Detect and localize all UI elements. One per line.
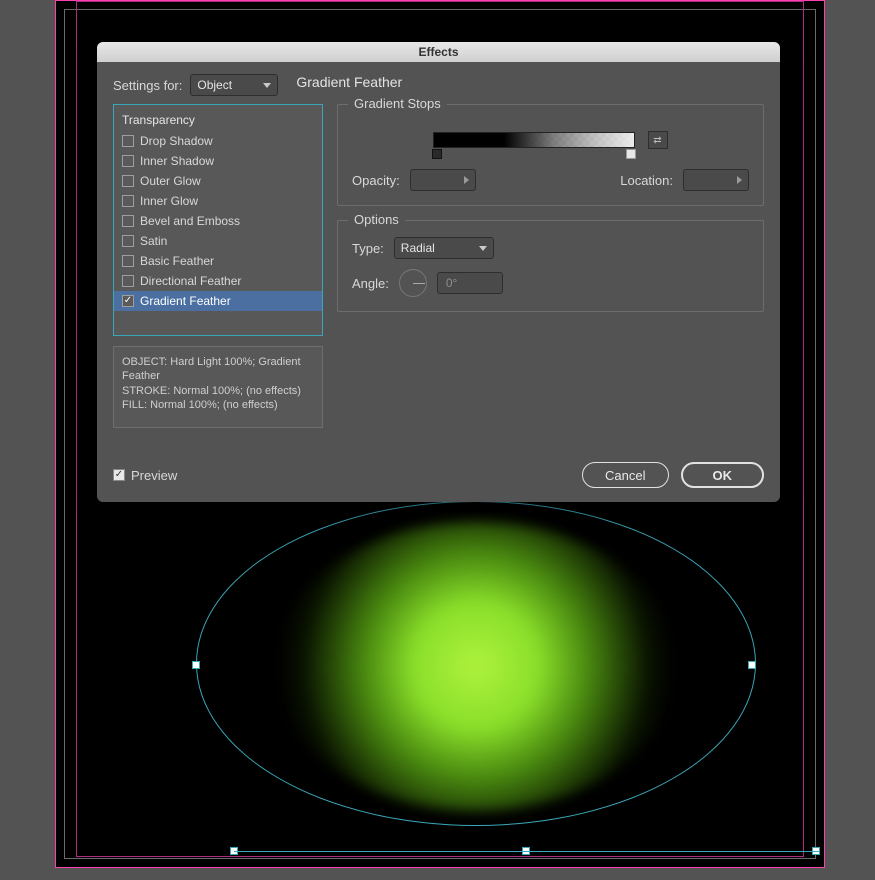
effect-item[interactable]: Outer Glow (114, 171, 322, 191)
angle-input[interactable]: 0° (437, 272, 503, 294)
chevron-down-icon (479, 246, 487, 251)
checkbox-icon (113, 469, 125, 481)
selection-handle[interactable] (748, 661, 756, 669)
effect-item[interactable]: Inner Shadow (114, 151, 322, 171)
cancel-button[interactable]: Cancel (582, 462, 668, 488)
angle-value: 0° (446, 276, 457, 290)
effect-item[interactable]: Bevel and Emboss (114, 211, 322, 231)
effect-checkbox[interactable] (122, 195, 134, 207)
selected-object[interactable] (196, 491, 806, 871)
effect-item[interactable]: Drop Shadow (114, 131, 322, 151)
effect-checkbox[interactable] (122, 215, 134, 227)
effect-label: Inner Glow (140, 194, 198, 208)
settings-for-value: Object (197, 78, 232, 92)
summary-line: OBJECT: Hard Light 100%; Gradient Feathe… (122, 355, 314, 384)
effect-label: Basic Feather (140, 254, 214, 268)
effect-checkbox[interactable] (122, 235, 134, 247)
panel-heading: Gradient Feather (296, 74, 402, 90)
effects-list-header[interactable]: Transparency (114, 111, 322, 131)
effects-summary: OBJECT: Hard Light 100%; Gradient Feathe… (113, 346, 323, 428)
preview-label: Preview (131, 468, 177, 483)
type-label: Type: (352, 241, 384, 256)
ellipse-path-outline (196, 501, 756, 826)
selection-handle[interactable] (192, 661, 200, 669)
effect-label: Inner Shadow (140, 154, 214, 168)
effect-checkbox[interactable] (122, 175, 134, 187)
effect-label: Bevel and Emboss (140, 214, 240, 228)
type-value: Radial (401, 241, 435, 255)
preview-checkbox[interactable]: Preview (113, 468, 177, 483)
gradient-ramp[interactable] (434, 133, 634, 147)
ok-label: OK (713, 468, 733, 483)
effect-item[interactable]: Inner Glow (114, 191, 322, 211)
stepper-icon (737, 176, 742, 184)
effect-item[interactable]: Gradient Feather (114, 291, 322, 311)
effect-label: Outer Glow (140, 174, 201, 188)
effect-checkbox[interactable] (122, 135, 134, 147)
gradient-stop-left[interactable] (432, 149, 442, 159)
effect-checkbox[interactable] (122, 295, 134, 307)
effect-checkbox[interactable] (122, 275, 134, 287)
cancel-label: Cancel (605, 468, 645, 483)
effect-checkbox[interactable] (122, 155, 134, 167)
location-input[interactable] (683, 169, 749, 191)
effect-checkbox[interactable] (122, 255, 134, 267)
gradient-stops-legend: Gradient Stops (348, 96, 447, 111)
gradient-stop-right[interactable] (626, 149, 636, 159)
effects-list: Transparency Drop Shadow Inner Shadow Oute… (113, 104, 323, 336)
options-group: Options Type: Radial Angle: 0° (337, 220, 764, 312)
effect-item[interactable]: Satin (114, 231, 322, 251)
effects-dialog: Effects Settings for: Object Gradient Fe… (97, 42, 780, 502)
summary-line: STROKE: Normal 100%; (no effects) (122, 384, 314, 398)
location-label: Location: (620, 173, 673, 188)
settings-for-label: Settings for: (113, 78, 182, 93)
opacity-input[interactable] (410, 169, 476, 191)
angle-label: Angle: (352, 276, 389, 291)
effect-label: Gradient Feather (140, 294, 231, 308)
dialog-title: Effects (418, 45, 458, 59)
opacity-label: Opacity: (352, 173, 400, 188)
reverse-gradient-button[interactable]: ⇄ (648, 131, 668, 149)
gradient-stops-group: Gradient Stops ⇄ Opacity: (337, 104, 764, 206)
type-select[interactable]: Radial (394, 237, 494, 259)
effect-label: Directional Feather (140, 274, 241, 288)
summary-line: FILL: Normal 100%; (no effects) (122, 398, 314, 412)
effect-item[interactable]: Directional Feather (114, 271, 322, 291)
effect-label: Drop Shadow (140, 134, 213, 148)
effect-label: Satin (140, 234, 167, 248)
stepper-icon (464, 176, 469, 184)
effect-item[interactable]: Basic Feather (114, 251, 322, 271)
dialog-titlebar[interactable]: Effects (97, 42, 780, 62)
settings-for-select[interactable]: Object (190, 74, 278, 96)
angle-dial[interactable] (399, 269, 427, 297)
bounding-box-edge (234, 851, 819, 852)
ok-button[interactable]: OK (681, 462, 765, 488)
options-legend: Options (348, 212, 405, 227)
chevron-down-icon (263, 83, 271, 88)
